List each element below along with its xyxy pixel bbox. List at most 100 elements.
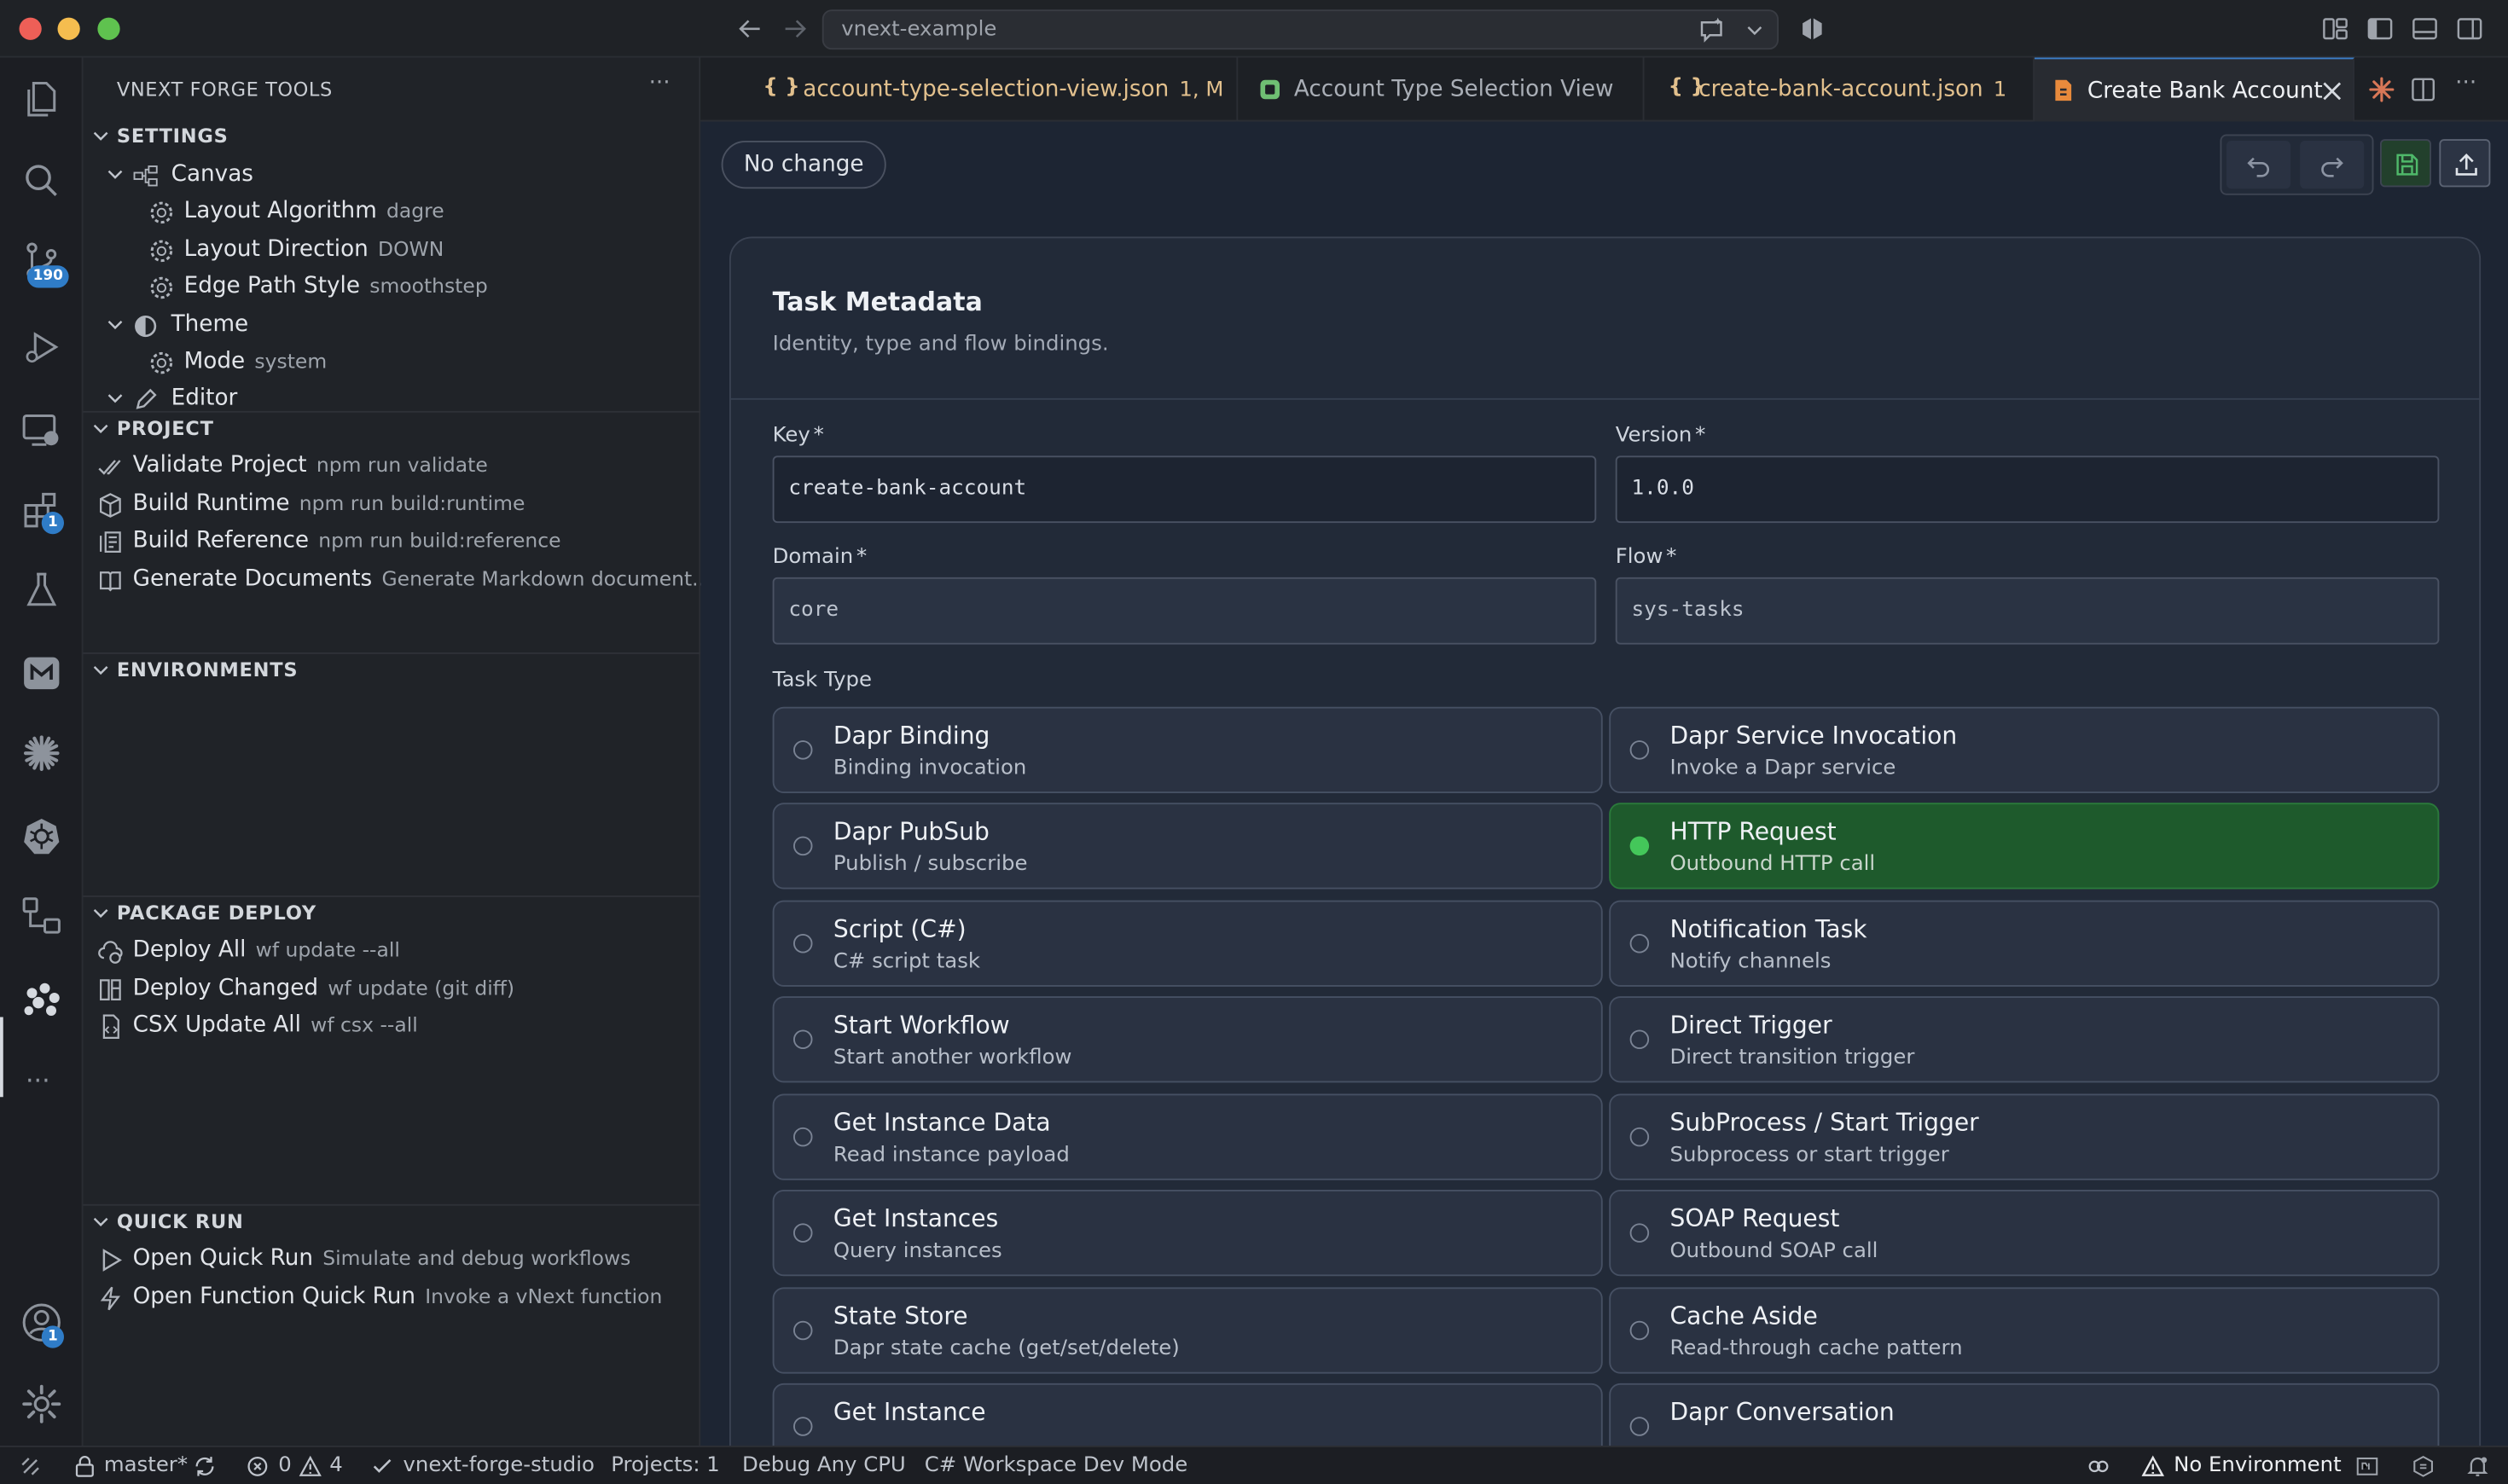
- remote-connection-icon[interactable]: [20, 1455, 42, 1477]
- project-item-build-runtime[interactable]: Build Runtime npm run build:runtime: [84, 488, 701, 523]
- domain-input[interactable]: core: [772, 577, 1597, 645]
- task-type-state-store[interactable]: State Store Dapr state cache (get/set/del…: [772, 1287, 1603, 1374]
- key-input[interactable]: create-bank-account: [772, 455, 1597, 524]
- sidebar-more-actions-icon[interactable]: ···: [649, 71, 671, 96]
- tab-more-actions-icon[interactable]: ···: [2455, 71, 2476, 96]
- warning-triangle-icon[interactable]: [299, 1455, 322, 1477]
- tab-account-type-selection-view-json[interactable]: { } account-type-selection-view.json 1, …: [739, 57, 1239, 122]
- flow-diagram-icon[interactable]: [20, 896, 62, 937]
- csharp-dev-kit-icon[interactable]: [2412, 1455, 2435, 1477]
- project-item-validate[interactable]: Validate Project npm run validate: [84, 449, 701, 484]
- vnext-forge-icon[interactable]: [20, 979, 62, 1021]
- settings-gear-icon[interactable]: [20, 1383, 62, 1425]
- toggle-panel-icon[interactable]: [2411, 14, 2440, 43]
- task-type-notification-task[interactable]: Notification Task Notify channels: [1609, 900, 2440, 987]
- radio-indicator: [1629, 1127, 1650, 1147]
- language-mode-icon[interactable]: [2356, 1455, 2378, 1477]
- task-type-dapr-service-invocation[interactable]: Dapr Service Invocation Invoke a Dapr ser…: [1609, 706, 2440, 793]
- task-type-get-instance-data[interactable]: Get Instance Data Read instance payload: [772, 1093, 1603, 1180]
- task-type-get-instances[interactable]: Get Instances Query instances: [772, 1190, 1603, 1277]
- tree-item-editor[interactable]: Editor: [84, 382, 701, 411]
- claude-starburst-icon[interactable]: [20, 733, 62, 774]
- project-item-build-reference[interactable]: Build Reference npm run build:reference: [84, 525, 701, 559]
- kubernetes-helm-icon[interactable]: [20, 815, 62, 857]
- tab-create-bank-account-json[interactable]: { } create-bank-account.json 1: [1645, 57, 2035, 122]
- close-window-button[interactable]: [19, 17, 42, 40]
- error-count[interactable]: 0: [278, 1453, 292, 1477]
- more-views-icon[interactable]: ···: [26, 1065, 50, 1096]
- warning-count[interactable]: 4: [329, 1453, 343, 1477]
- section-header-package-deploy[interactable]: PACKAGE DEPLOY: [84, 897, 701, 932]
- task-type-http-request[interactable]: HTTP Request Outbound HTTP call: [1609, 803, 2440, 890]
- tree-item-theme[interactable]: Theme: [84, 309, 701, 344]
- flow-input[interactable]: sys-tasks: [1615, 577, 2440, 645]
- quickrun-item-open-function-quick-run[interactable]: Open Function Quick Run Invoke a vNext fu…: [84, 1281, 701, 1316]
- task-type-cache-aside[interactable]: Cache Aside Read-through cache pattern: [1609, 1287, 2440, 1374]
- task-type-dapr-conversation[interactable]: Dapr Conversation: [1609, 1383, 2440, 1446]
- notifications-bell-icon[interactable]: [2466, 1455, 2488, 1477]
- quickrun-item-open-quick-run[interactable]: Open Quick Run Simulate and debug workflo…: [84, 1243, 701, 1278]
- toggle-secondary-sidebar-icon[interactable]: [2455, 14, 2484, 43]
- task-type-start-workflow[interactable]: Start Workflow Start another workflow: [772, 996, 1603, 1083]
- section-header-project[interactable]: PROJECT: [84, 413, 701, 448]
- project-item-desc: Generate Markdown document...: [381, 565, 711, 590]
- environment-status[interactable]: No Environment: [2174, 1453, 2342, 1477]
- tree-item-mode[interactable]: Mode system: [84, 345, 701, 380]
- section-header-environments[interactable]: ENVIRONMENTS: [84, 654, 701, 689]
- workspace-name[interactable]: vnext-forge-studio: [403, 1453, 595, 1477]
- copilot-icon[interactable]: [1798, 14, 1827, 43]
- branch-name[interactable]: master*: [104, 1453, 188, 1477]
- task-type-direct-trigger[interactable]: Direct Trigger Direct transition trigger: [1609, 996, 2440, 1083]
- deploy-item-deploy-changed[interactable]: Deploy Changed wf update (git diff): [84, 972, 701, 1007]
- tab-create-bank-account[interactable]: Create Bank Account: [2035, 57, 2354, 122]
- tree-item-layout-direction[interactable]: Layout Direction DOWN: [84, 234, 701, 269]
- debug-configuration[interactable]: Debug Any CPU: [742, 1453, 906, 1477]
- section-header-quick-run[interactable]: QUICK RUN: [84, 1206, 701, 1241]
- command-center-search[interactable]: vnext-example: [821, 9, 1779, 50]
- task-type-soap-request[interactable]: SOAP Request Outbound SOAP call: [1609, 1190, 2440, 1277]
- error-circle-icon[interactable]: [247, 1455, 269, 1477]
- sync-icon[interactable]: [194, 1455, 216, 1477]
- back-arrow-icon[interactable]: [736, 14, 765, 43]
- chat-sparkle-icon[interactable]: [1697, 16, 1726, 45]
- task-metadata-card: Task Metadata Identity, type and flow bi…: [729, 236, 2482, 1446]
- project-item-label: Validate Project: [132, 452, 307, 478]
- redo-button[interactable]: [2300, 141, 2365, 189]
- deploy-item-csx-update-all[interactable]: CSX Update All wf csx --all: [84, 1009, 701, 1044]
- testing-flask-icon[interactable]: [20, 570, 62, 612]
- chevron-down-icon[interactable]: [1745, 20, 1765, 40]
- task-type-dapr-pubsub[interactable]: Dapr PubSub Publish / subscribe: [772, 803, 1603, 890]
- toggle-primary-sidebar-icon[interactable]: [2366, 14, 2395, 43]
- forward-arrow-icon[interactable]: [781, 14, 810, 43]
- option-title: Get Instance: [833, 1397, 986, 1427]
- task-type-script-csharp[interactable]: Script (C#) C# script task: [772, 900, 1603, 987]
- remote-explorer-icon[interactable]: [20, 409, 62, 451]
- task-type-dapr-binding[interactable]: Dapr Binding Binding invocation: [772, 706, 1603, 793]
- run-debug-icon[interactable]: [20, 327, 62, 368]
- version-input[interactable]: 1.0.0: [1615, 455, 2440, 524]
- minimize-window-button[interactable]: [57, 17, 80, 40]
- tree-item-layout-algorithm[interactable]: Layout Algorithm dagre: [84, 195, 701, 230]
- tab-account-type-selection-view[interactable]: Account Type Selection View: [1238, 57, 1645, 122]
- save-button[interactable]: [2380, 139, 2431, 188]
- export-button[interactable]: [2439, 139, 2491, 188]
- claude-code-icon[interactable]: [2367, 75, 2396, 104]
- tree-item-edge-path-style[interactable]: Edge Path Style smoothstep: [84, 270, 701, 305]
- explorer-icon[interactable]: [20, 78, 62, 120]
- close-tab-icon[interactable]: [2321, 80, 2343, 102]
- deploy-item-deploy-all[interactable]: Deploy All wf update --all: [84, 934, 701, 969]
- project-item-generate-documents[interactable]: Generate Documents Generate Markdown docu…: [84, 563, 711, 598]
- task-type-get-instance[interactable]: Get Instance: [772, 1383, 1603, 1446]
- maximize-window-button[interactable]: [97, 17, 120, 40]
- projects-count[interactable]: Projects: 1: [611, 1453, 720, 1477]
- markdown-mail-icon[interactable]: [20, 652, 62, 694]
- section-header-settings[interactable]: SETTINGS: [84, 120, 701, 155]
- customize-layout-icon[interactable]: [2321, 14, 2350, 43]
- search-icon[interactable]: [20, 160, 62, 202]
- workspace-mode[interactable]: C# Workspace Dev Mode: [925, 1453, 1188, 1477]
- task-type-subprocess-start-trigger[interactable]: SubProcess / Start Trigger Subprocess or …: [1609, 1093, 2440, 1180]
- copilot-status-icon[interactable]: [2087, 1455, 2110, 1477]
- undo-button[interactable]: [2226, 141, 2290, 189]
- split-editor-icon[interactable]: [2411, 77, 2436, 102]
- tree-item-canvas[interactable]: Canvas: [84, 159, 701, 194]
